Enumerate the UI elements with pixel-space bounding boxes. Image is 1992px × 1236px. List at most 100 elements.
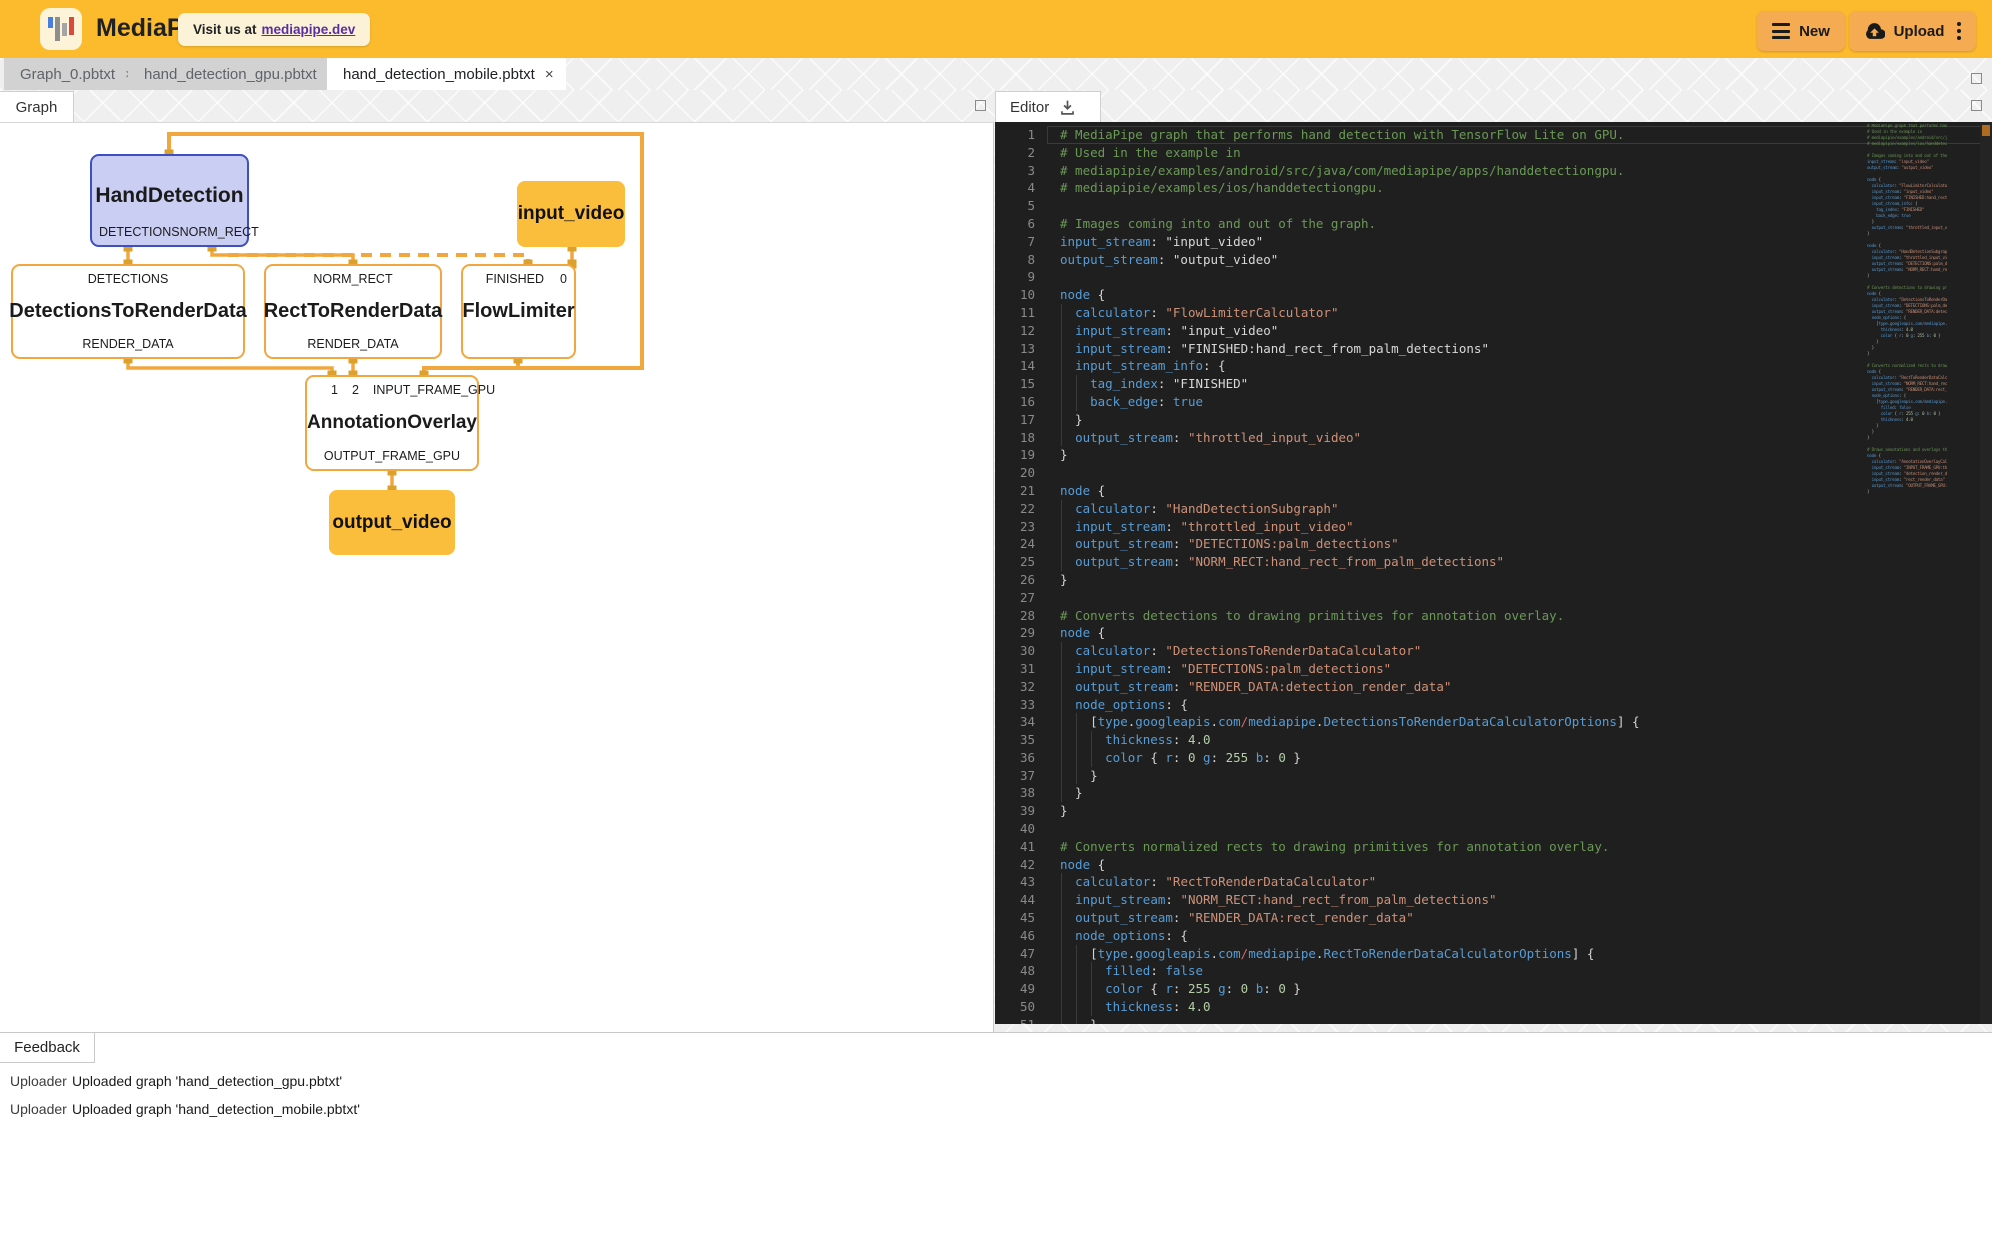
editor-scrollbar[interactable] bbox=[1980, 122, 1992, 1024]
code-line: 16 back_edge: true bbox=[995, 393, 1865, 411]
code-line: 25 output_stream: "NORM_RECT:hand_rect_f… bbox=[995, 553, 1865, 571]
port-label-input-frame-gpu: INPUT_FRAME_GPU bbox=[373, 383, 495, 397]
code-line: 5 bbox=[995, 197, 1865, 215]
node-detections-to-render-data[interactable]: DETECTIONS DetectionsToRenderData RENDER… bbox=[11, 264, 245, 359]
node-rect-to-render-data[interactable]: NORM_RECT RectToRenderData RENDER_DATA bbox=[264, 264, 442, 359]
code-editor[interactable]: 1# MediaPipe graph that performs hand de… bbox=[995, 122, 1992, 1024]
node-flow-limiter[interactable]: FINISHED 0 FlowLimiter bbox=[461, 264, 576, 359]
code-line: 7input_stream: "input_video" bbox=[995, 233, 1865, 251]
minimap-line: output_stream: "NORM_RECT:hand_rect_from… bbox=[1867, 268, 1947, 274]
port-label-1: 1 bbox=[331, 383, 338, 397]
feedback-row: Uploader Uploaded graph 'hand_detection_… bbox=[0, 1073, 1000, 1097]
editor-minimap[interactable]: # MediaPipe graph that performs hand det… bbox=[1867, 124, 1947, 496]
code-line: 11 calculator: "FlowLimiterCalculator" bbox=[995, 304, 1865, 322]
port-label: RENDER_DATA bbox=[82, 337, 173, 351]
code-line: 8output_stream: "output_video" bbox=[995, 251, 1865, 269]
minimap-line: output_stream: "throttled_input_video" bbox=[1867, 226, 1947, 232]
code-line: 34 [type.googleapis.com/mediapipe.Detect… bbox=[995, 713, 1865, 731]
code-line: 6# Images coming into and out of the gra… bbox=[995, 215, 1865, 233]
node-title: FlowLimiter bbox=[462, 300, 574, 323]
code-line: 24 output_stream: "DETECTIONS:palm_detec… bbox=[995, 535, 1865, 553]
code-line: 49 color { r: 255 g: 0 b: 0 } bbox=[995, 980, 1865, 998]
maximize-graph-pane-icon[interactable] bbox=[975, 100, 986, 111]
editor-panel-tab[interactable]: Editor bbox=[995, 91, 1101, 122]
feedback-source: Uploader bbox=[10, 1073, 67, 1089]
code-line: 47 [type.googleapis.com/mediapipe.RectTo… bbox=[995, 945, 1865, 963]
port-label: DETECTIONS bbox=[88, 272, 169, 286]
node-hand-detection[interactable]: HandDetection DETECTIONS NORM_RECT bbox=[90, 154, 249, 247]
code-line: 35 thickness: 4.0 bbox=[995, 731, 1865, 749]
maximize-top-pane-icon[interactable] bbox=[1971, 73, 1982, 84]
new-button-label: New bbox=[1799, 23, 1830, 40]
maximize-editor-pane-icon[interactable] bbox=[1971, 100, 1982, 111]
code-line: 51 } bbox=[995, 1016, 1865, 1024]
code-line: 2# Used in the example in bbox=[995, 144, 1865, 162]
mediapipe-visualizer: MediaPipe Visit us at mediapipe.dev New … bbox=[0, 0, 1992, 1236]
node-output-video[interactable]: output_video bbox=[329, 490, 455, 555]
node-title: DetectionsToRenderData bbox=[9, 300, 246, 323]
port-label-0: 0 bbox=[560, 272, 567, 286]
graph-canvas[interactable]: HandDetection DETECTIONS NORM_RECT input… bbox=[0, 122, 994, 1032]
mediapipe-dev-link[interactable]: mediapipe.dev bbox=[262, 22, 356, 37]
code-line: 3# mediapipie/examples/android/src/java/… bbox=[995, 162, 1865, 180]
feedback-row: Uploader Uploaded graph 'hand_detection_… bbox=[0, 1101, 1000, 1125]
node-annotation-overlay[interactable]: 1 2 INPUT_FRAME_GPU AnnotationOverlay OU… bbox=[305, 375, 479, 471]
code-line: 17 } bbox=[995, 411, 1865, 429]
tab-hand-detection-mobile-pbtxt[interactable]: hand_detection_mobile.pbtxt × bbox=[327, 58, 566, 90]
menu-icon bbox=[1772, 23, 1790, 39]
new-button[interactable]: New bbox=[1757, 11, 1845, 51]
file-tab-strip: Graph_0.pbtxt × hand_detection_gpu.pbtxt… bbox=[0, 58, 1992, 90]
code-line: 43 calculator: "RectToRenderDataCalculat… bbox=[995, 873, 1865, 891]
code-line: 36 color { r: 0 g: 255 b: 0 } bbox=[995, 749, 1865, 767]
node-title: AnnotationOverlay bbox=[307, 412, 477, 434]
port-label-detections: DETECTIONS bbox=[99, 225, 180, 239]
port-label: NORM_RECT bbox=[313, 272, 392, 286]
node-title: input_video bbox=[518, 203, 625, 225]
graph-edges bbox=[0, 123, 994, 1033]
code-line: 21node { bbox=[995, 482, 1865, 500]
code-line: 28# Converts detections to drawing primi… bbox=[995, 607, 1865, 625]
node-input-video[interactable]: input_video bbox=[517, 181, 625, 247]
node-title: HandDetection bbox=[95, 184, 243, 208]
code-lines[interactable]: 1# MediaPipe graph that performs hand de… bbox=[995, 126, 1865, 1024]
feedback-panel-tab[interactable]: Feedback bbox=[0, 1033, 95, 1063]
visit-badge: Visit us at mediapipe.dev bbox=[178, 13, 370, 46]
tab-graph-0-pbtxt[interactable]: Graph_0.pbtxt × bbox=[4, 58, 146, 90]
code-line: 33 node_options: { bbox=[995, 696, 1865, 714]
code-line: 18 output_stream: "throttled_input_video… bbox=[995, 429, 1865, 447]
code-line: 37 } bbox=[995, 767, 1865, 785]
code-line: 45 output_stream: "RENDER_DATA:rect_rend… bbox=[995, 909, 1865, 927]
code-line: 41# Converts normalized rects to drawing… bbox=[995, 838, 1865, 856]
graph-tab-label: Graph bbox=[16, 99, 58, 116]
code-line: 42node { bbox=[995, 856, 1865, 874]
minimap-line: # mediapipie/examples/ios/handdetectiong… bbox=[1867, 142, 1947, 148]
upload-button-label: Upload bbox=[1894, 23, 1945, 40]
cloud-upload-icon bbox=[1864, 23, 1885, 39]
code-line: 4# mediapipie/examples/ios/handdetection… bbox=[995, 179, 1865, 197]
visit-text: Visit us at bbox=[193, 22, 257, 37]
port-label-2: 2 bbox=[352, 383, 359, 397]
code-line: 29node { bbox=[995, 624, 1865, 642]
edge-back-edge-dashed bbox=[228, 255, 528, 264]
code-line: 12 input_stream: "input_video" bbox=[995, 322, 1865, 340]
port-label: OUTPUT_FRAME_GPU bbox=[324, 449, 460, 463]
node-title: output_video bbox=[332, 512, 451, 534]
code-line: 39} bbox=[995, 802, 1865, 820]
scroll-position-marker bbox=[1982, 125, 1990, 136]
close-tab-icon[interactable]: × bbox=[545, 67, 554, 82]
graph-panel-tab[interactable]: Graph bbox=[0, 91, 74, 122]
more-options-icon[interactable] bbox=[1957, 22, 1961, 40]
tab-hand-detection-gpu-pbtxt[interactable]: hand_detection_gpu.pbtxt × bbox=[128, 58, 347, 90]
code-line: 44 input_stream: "NORM_RECT:hand_rect_fr… bbox=[995, 891, 1865, 909]
upload-button[interactable]: Upload bbox=[1849, 11, 1976, 51]
mediapipe-logo bbox=[40, 8, 82, 50]
code-line: 32 output_stream: "RENDER_DATA:detection… bbox=[995, 678, 1865, 696]
code-line: 10node { bbox=[995, 286, 1865, 304]
code-line: 13 input_stream: "FINISHED:hand_rect_fro… bbox=[995, 340, 1865, 358]
download-icon[interactable] bbox=[1059, 99, 1076, 116]
code-line: 26} bbox=[995, 571, 1865, 589]
code-line: 48 filled: false bbox=[995, 962, 1865, 980]
port-label-norm-rect: NORM_RECT bbox=[180, 225, 259, 239]
code-line: 22 calculator: "HandDetectionSubgraph" bbox=[995, 500, 1865, 518]
logo-bars-icon bbox=[46, 14, 76, 44]
